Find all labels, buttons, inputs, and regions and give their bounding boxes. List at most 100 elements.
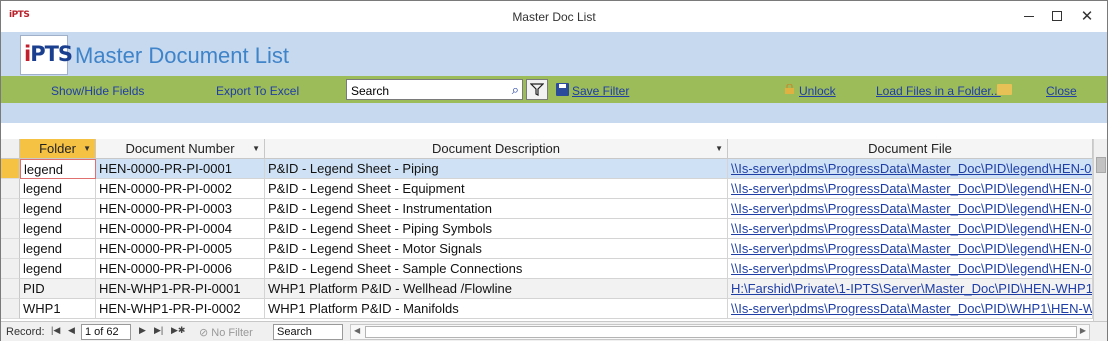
new-record-icon[interactable]: ▶✱ xyxy=(171,325,185,336)
access-form-window: iPTS Master Doc List ✕ iPTS Master Docum… xyxy=(0,0,1108,341)
cell-folder[interactable]: legend xyxy=(20,199,96,219)
window-title: Master Doc List xyxy=(512,10,596,24)
cell-folder[interactable]: WHP1 xyxy=(20,299,96,319)
cell-document-number[interactable]: HEN-WHP1-PR-PI-0002 xyxy=(96,299,265,319)
row-selector[interactable] xyxy=(1,279,20,299)
row-selector[interactable] xyxy=(1,199,20,219)
table-row[interactable]: WHP1 HEN-WHP1-PR-PI-0002 WHP1 Platform P… xyxy=(1,299,1093,319)
title-bar: iPTS Master Doc List ✕ xyxy=(1,1,1107,32)
cell-folder[interactable]: legend xyxy=(20,239,96,259)
horizontal-scroll-thumb[interactable] xyxy=(365,326,1077,338)
load-files-link[interactable]: Load Files in a Folder... xyxy=(876,84,1001,98)
next-record-icon[interactable]: ▶ xyxy=(139,325,146,336)
minimize-button[interactable] xyxy=(1015,5,1043,27)
first-record-icon[interactable]: |◀ xyxy=(51,325,60,336)
current-record-field[interactable]: 1 of 62 xyxy=(81,324,131,340)
cell-document-number[interactable]: HEN-WHP1-PR-PI-0001 xyxy=(96,279,265,299)
cell-document-description[interactable]: P&ID - Legend Sheet - Instrumentation xyxy=(265,199,728,219)
table-row[interactable]: legend HEN-0000-PR-PI-0005 P&ID - Legend… xyxy=(1,239,1093,259)
cell-document-number[interactable]: HEN-0000-PR-PI-0001 xyxy=(96,159,265,179)
cell-document-file-link[interactable]: \\Is-server\pdms\ProgressData\Master_Doc… xyxy=(728,179,1093,199)
lock-icon xyxy=(785,84,794,94)
record-label: Record: xyxy=(6,326,45,338)
show-hide-fields-link[interactable]: Show/Hide Fields xyxy=(51,84,144,98)
cell-document-number[interactable]: HEN-0000-PR-PI-0005 xyxy=(96,239,265,259)
grid-spacer xyxy=(1,123,1107,139)
close-icon: ✕ xyxy=(1080,8,1094,25)
no-filter-button[interactable]: ⊘ No Filter xyxy=(199,326,253,339)
cell-document-description[interactable]: P&ID - Legend Sheet - Equipment xyxy=(265,179,728,199)
cell-document-file-link[interactable]: H:\Farshid\Private\1-IPTS\Server\Master_… xyxy=(728,279,1093,299)
table-row[interactable]: legend HEN-0000-PR-PI-0004 P&ID - Legend… xyxy=(1,219,1093,239)
row-selector[interactable] xyxy=(1,239,20,259)
cell-document-number[interactable]: HEN-0000-PR-PI-0003 xyxy=(96,199,265,219)
close-window-button[interactable]: ✕ xyxy=(1073,5,1101,27)
record-search-input[interactable]: Search xyxy=(273,324,343,340)
save-icon xyxy=(556,83,569,96)
save-filter-link[interactable]: Save Filter xyxy=(572,84,629,98)
row-selector[interactable] xyxy=(1,159,20,179)
cell-document-file-link[interactable]: \\Is-server\pdms\ProgressData\Master_Doc… xyxy=(728,299,1093,319)
table-row[interactable]: legend HEN-0000-PR-PI-0003 P&ID - Legend… xyxy=(1,199,1093,219)
cell-document-description[interactable]: P&ID - Legend Sheet - Sample Connections xyxy=(265,259,728,279)
cell-document-description[interactable]: P&ID - Legend Sheet - Piping Symbols xyxy=(265,219,728,239)
scroll-left-icon[interactable]: ◀ xyxy=(354,326,360,335)
cell-document-file-link[interactable]: \\Is-server\pdms\ProgressData\Master_Doc… xyxy=(728,199,1093,219)
maximize-button[interactable] xyxy=(1043,5,1071,27)
cell-document-number[interactable]: HEN-0000-PR-PI-0006 xyxy=(96,259,265,279)
table-row[interactable]: legend HEN-0000-PR-PI-0002 P&ID - Legend… xyxy=(1,179,1093,199)
scroll-right-icon[interactable]: ▶ xyxy=(1080,326,1086,335)
close-link[interactable]: Close xyxy=(1046,84,1077,98)
cell-document-file-link[interactable]: \\Is-server\pdms\ProgressData\Master_Doc… xyxy=(728,219,1093,239)
cell-document-file-link[interactable]: \\Is-server\pdms\ProgressData\Master_Doc… xyxy=(728,159,1093,179)
cell-document-number[interactable]: HEN-0000-PR-PI-0004 xyxy=(96,219,265,239)
table-row[interactable]: legend HEN-0000-PR-PI-0001 P&ID - Legend… xyxy=(1,159,1093,179)
cell-folder[interactable]: PID xyxy=(20,279,96,299)
cell-document-number[interactable]: HEN-0000-PR-PI-0002 xyxy=(96,179,265,199)
maximize-icon xyxy=(1052,11,1062,21)
vertical-scroll-thumb[interactable] xyxy=(1096,157,1106,173)
cell-document-file-link[interactable]: \\Is-server\pdms\ProgressData\Master_Doc… xyxy=(728,259,1093,279)
previous-record-icon[interactable]: ◀ xyxy=(68,325,75,336)
table-row[interactable]: legend HEN-0000-PR-PI-0006 P&ID - Legend… xyxy=(1,259,1093,279)
column-header-document-file[interactable]: Document File xyxy=(728,139,1093,159)
form-header: iPTS Master Document List xyxy=(1,32,1107,76)
row-selector[interactable] xyxy=(1,259,20,279)
toolbar: Show/Hide Fields Export To Excel Search … xyxy=(1,76,1107,103)
cell-document-description[interactable]: WHP1 Platform P&ID - Manifolds xyxy=(265,299,728,319)
page-title: Master Document List xyxy=(75,43,289,68)
cell-folder[interactable]: legend xyxy=(20,259,96,279)
folder-icon xyxy=(997,84,1012,95)
filter-button[interactable] xyxy=(526,79,548,100)
row-selector[interactable] xyxy=(1,179,20,199)
datasheet-grid: Folder ▼ Document Number ▼ Document Descri… xyxy=(1,139,1093,321)
dropdown-icon[interactable]: ▼ xyxy=(83,139,91,158)
column-header-folder[interactable]: Folder ▼ xyxy=(20,139,96,159)
unlock-link[interactable]: Unlock xyxy=(799,84,836,98)
cell-document-description[interactable]: P&ID - Legend Sheet - Motor Signals xyxy=(265,239,728,259)
column-header-document-number[interactable]: Document Number ▼ xyxy=(96,139,265,159)
filter-icon xyxy=(530,83,544,96)
export-to-excel-link[interactable]: Export To Excel xyxy=(216,84,299,98)
cell-document-file-link[interactable]: \\Is-server\pdms\ProgressData\Master_Doc… xyxy=(728,239,1093,259)
ipts-logo: iPTS xyxy=(20,35,73,75)
horizontal-scrollbar[interactable]: ◀ ▶ xyxy=(350,324,1090,340)
cell-folder[interactable]: legend xyxy=(20,219,96,239)
select-all-corner[interactable] xyxy=(1,139,20,159)
cell-document-description[interactable]: P&ID - Legend Sheet - Piping xyxy=(265,159,728,179)
vertical-scrollbar[interactable] xyxy=(1093,139,1107,321)
last-record-icon[interactable]: ▶| xyxy=(154,325,163,336)
row-selector[interactable] xyxy=(1,219,20,239)
cell-folder[interactable]: legend xyxy=(20,159,96,179)
dropdown-icon[interactable]: ▼ xyxy=(715,139,723,158)
dropdown-icon[interactable]: ▼ xyxy=(252,139,260,158)
row-selector[interactable] xyxy=(1,299,20,319)
minimize-icon xyxy=(1024,15,1034,17)
record-navigation-bar: Record: |◀ ◀ 1 of 62 ▶ ▶| ▶✱ ⊘ No Filter… xyxy=(1,321,1107,341)
column-header-document-description[interactable]: Document Description ▼ xyxy=(265,139,728,159)
cell-folder[interactable]: legend xyxy=(20,179,96,199)
search-input[interactable]: Search ⌕ xyxy=(346,79,523,100)
cell-document-description[interactable]: WHP1 Platform P&ID - Wellhead /Flowline xyxy=(265,279,728,299)
search-icon[interactable]: ⌕ xyxy=(512,82,519,98)
table-row[interactable]: PID HEN-WHP1-PR-PI-0001 WHP1 Platform P&… xyxy=(1,279,1093,299)
